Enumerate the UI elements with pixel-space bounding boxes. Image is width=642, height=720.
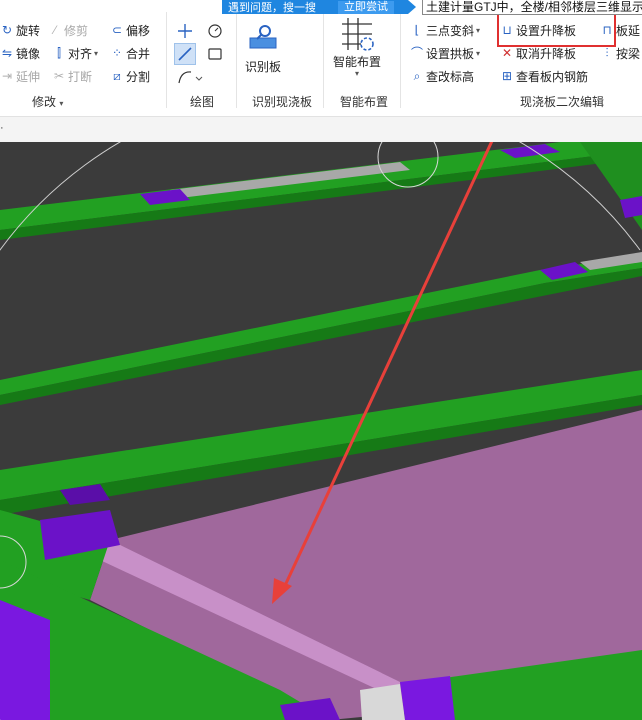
smart-group-label: 智能布置 (340, 95, 389, 109)
trim-button[interactable]: ⁄ 修剪 (48, 20, 88, 40)
chevron-down-icon: ▾ (476, 48, 481, 58)
draw-arc-button[interactable] (174, 66, 206, 88)
modify-group-label[interactable]: 修改 ▾ (32, 93, 63, 110)
help-search-tooltip: 遇到问题，搜一搜 立即尝试 (222, 0, 416, 14)
column-bottom-concrete (360, 684, 405, 720)
3d-model-scene (0, 142, 642, 720)
draw-point-button[interactable] (174, 20, 196, 42)
edit-group-label: 现浇板二次编辑 (520, 95, 605, 109)
mirror-button[interactable]: ⇋ 镜像 (0, 43, 40, 63)
offset-icon: ⊂ (111, 23, 123, 37)
split-icon: ⧄ (113, 69, 121, 83)
3d-model-viewport[interactable] (0, 142, 642, 720)
chevron-down-icon: ▾ (354, 69, 359, 78)
chevron-down-icon: ▾ (476, 25, 481, 35)
column-bottom (400, 676, 455, 720)
rotate-icon: ↻ (1, 23, 13, 37)
group-divider (323, 12, 324, 108)
view-slab-rebar-button[interactable]: ⊞ 查看板内钢筋 (500, 66, 588, 86)
group-divider (236, 12, 237, 108)
trim-icon: ⁄ (53, 23, 56, 37)
cancel-raise-lower-icon: ✕ (501, 46, 513, 60)
smart-layout-icon (342, 18, 374, 51)
arc-icon (178, 71, 203, 84)
three-point-slope-icon: ⌊ (414, 23, 420, 37)
draw-circle-button[interactable] (204, 20, 226, 42)
extend-button[interactable]: ⇥ 延伸 (0, 66, 40, 86)
check-elevation-icon: ⌕ (413, 69, 421, 83)
smart-layout-button[interactable]: 智能布置 ▾ (330, 16, 384, 78)
break-button[interactable]: ✂ 打断 (52, 66, 92, 86)
rectangle-icon (208, 48, 222, 60)
identify-slab-button[interactable]: 识别板 (244, 22, 282, 75)
group-divider (400, 12, 401, 108)
offset-button[interactable]: ⊂ 偏移 (110, 20, 150, 40)
by-beam-icon: ⫶ (605, 46, 609, 60)
chevron-down-icon: ▾ (59, 99, 64, 108)
try-now-button[interactable]: 立即尝试 (338, 0, 394, 14)
group-divider (166, 12, 167, 108)
view-rebar-icon: ⊞ (501, 69, 513, 83)
chevron-down-icon: ▾ (94, 48, 99, 58)
ribbon-toolbar: ↻ 旋转 ⁄ 修剪 ⊂ 偏移 ⇋ 镜像 ⫿ 对齐 ▾ ⁘ 合并 ⇥ 延伸 ✂ 打… (0, 0, 642, 116)
column-front-left (0, 600, 50, 720)
align-icon: ⫿ (57, 46, 61, 60)
rotate-button[interactable]: ↻ 旋转 (0, 20, 40, 40)
arch-slab-icon: ⌒ (410, 46, 423, 60)
set-arch-slab-button[interactable]: ⌒ 设置拱板 ▾ (410, 43, 480, 63)
check-elevation-button[interactable]: ⌕ 查改标高 (410, 66, 474, 86)
tooltip-pointer (408, 0, 416, 14)
circle-icon (208, 24, 222, 38)
draw-line-button[interactable] (174, 43, 196, 65)
annotation-highlight-box (497, 12, 616, 47)
align-button[interactable]: ⫿ 对齐 ▾ (52, 43, 98, 63)
split-button[interactable]: ⧄ 分割 (110, 66, 150, 86)
view-tab-marker: · (0, 122, 4, 134)
search-input[interactable]: 土建计量GTJ中，全楼/相邻楼层三维显示 (422, 0, 642, 15)
three-point-slope-button[interactable]: ⌊ 三点变斜 ▾ (410, 20, 480, 40)
identify-slab-icon (249, 25, 277, 49)
line-icon (178, 47, 192, 61)
draw-group-label: 绘图 (190, 95, 215, 109)
merge-button[interactable]: ⁘ 合并 (110, 43, 150, 63)
mirror-icon: ⇋ (1, 46, 13, 60)
identify-group-label: 识别现浇板 (252, 95, 313, 109)
ribbon-bottom-strip: · (0, 116, 642, 143)
extend-icon: ⇥ (1, 69, 13, 83)
merge-icon: ⁘ (111, 46, 123, 60)
break-icon: ✂ (53, 69, 65, 83)
draw-rectangle-button[interactable] (204, 43, 226, 65)
point-icon (178, 24, 192, 38)
